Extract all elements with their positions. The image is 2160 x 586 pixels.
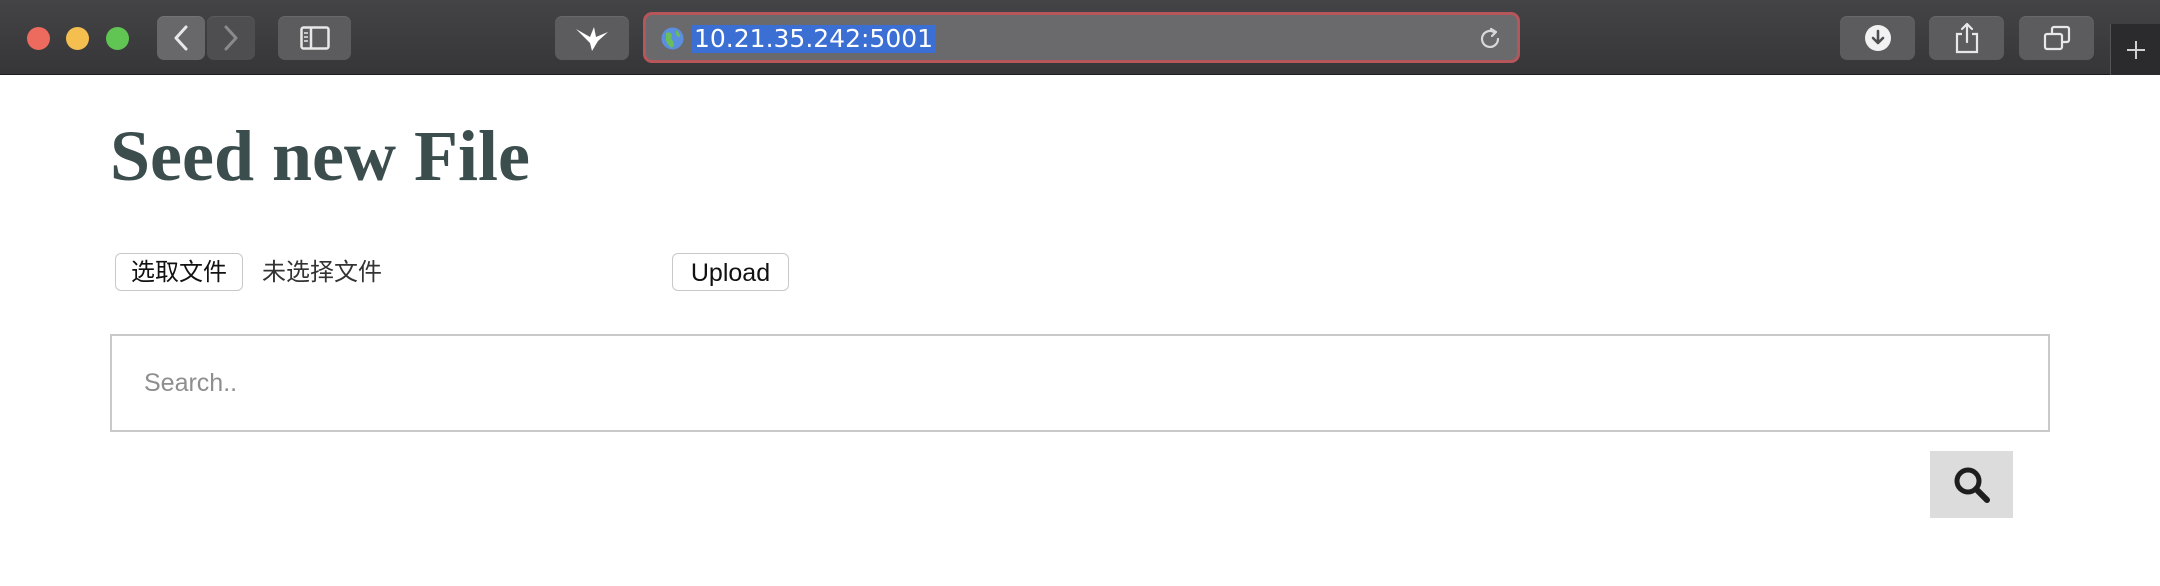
bird-icon bbox=[576, 27, 608, 51]
chevron-left-icon bbox=[174, 25, 188, 51]
close-window-button[interactable] bbox=[27, 27, 50, 50]
reload-icon[interactable] bbox=[1477, 26, 1503, 52]
back-button[interactable] bbox=[157, 16, 205, 60]
sidebar-icon bbox=[299, 26, 330, 50]
download-icon bbox=[1864, 25, 1891, 51]
chevron-right-icon bbox=[224, 25, 238, 51]
downloads-button[interactable] bbox=[1840, 16, 1915, 60]
plus-icon bbox=[2127, 40, 2145, 59]
globe-icon bbox=[661, 27, 684, 50]
url-text[interactable]: 10.21.35.242:5001 bbox=[692, 25, 936, 53]
extension-button[interactable] bbox=[555, 16, 629, 60]
address-bar[interactable]: 10.21.35.242:5001 bbox=[643, 12, 1520, 63]
search-input[interactable] bbox=[110, 334, 2050, 432]
forward-button[interactable] bbox=[207, 16, 255, 60]
tab-overview-button[interactable] bbox=[2019, 16, 2094, 60]
tabs-icon bbox=[2043, 25, 2070, 51]
browser-toolbar: 10.21.35.242:5001 bbox=[0, 0, 2160, 75]
page-title: Seed new File bbox=[110, 116, 530, 196]
share-icon bbox=[1955, 22, 1978, 54]
choose-file-button[interactable]: 选取文件 bbox=[115, 253, 243, 291]
search-icon bbox=[1954, 467, 1990, 503]
sidebar-toggle-button[interactable] bbox=[278, 16, 351, 60]
search-button[interactable] bbox=[1930, 451, 2013, 518]
share-button[interactable] bbox=[1929, 16, 2004, 60]
zoom-window-button[interactable] bbox=[106, 27, 129, 50]
upload-button[interactable]: Upload bbox=[672, 253, 789, 291]
minimize-window-button[interactable] bbox=[66, 27, 89, 50]
file-status-label: 未选择文件 bbox=[262, 258, 382, 286]
new-tab-button[interactable] bbox=[2110, 24, 2160, 75]
